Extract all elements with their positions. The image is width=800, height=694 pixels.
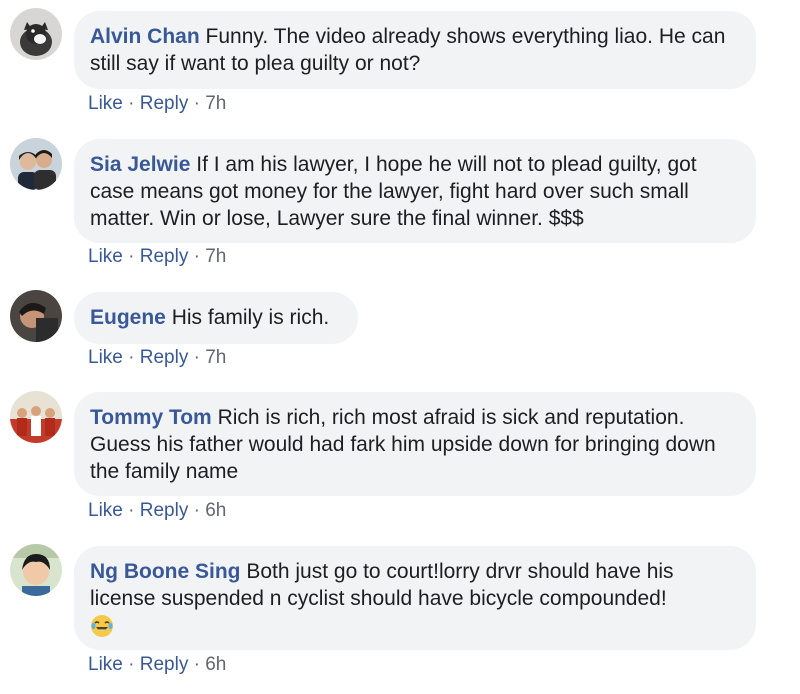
reply-button[interactable]: Reply [140,246,189,267]
reply-button[interactable]: Reply [140,93,189,114]
comment-bubble: Alvin Chan Funny. The video already show… [74,11,756,89]
separator: · [128,500,135,521]
laughing-crying-emoji-icon [91,615,113,638]
separator: · [128,246,135,267]
comment-text: His family is rich. [171,306,330,329]
comment-bubble: Ng Boone Sing Both just go to court!lorr… [74,546,756,650]
commenter-avatar[interactable] [10,138,62,190]
separator: · [128,347,135,368]
commenter-avatar[interactable] [10,544,62,596]
separator: · [193,347,200,368]
reply-button[interactable]: Reply [140,500,189,521]
comment-bubble: Tommy Tom Rich is rich, rich most afraid… [74,392,756,496]
group-avatar-icon [10,391,62,443]
separator: · [193,500,200,521]
comment-timestamp[interactable]: 6h [205,500,226,521]
comment-author[interactable]: Ng Boone Sing [90,560,241,583]
like-button[interactable]: Like [88,500,123,521]
reply-button[interactable]: Reply [140,347,189,368]
dog-avatar-icon [10,8,62,60]
like-button[interactable]: Like [88,347,123,368]
comment-bubble: Sia Jelwie If I am his lawyer, I hope he… [74,139,756,243]
commenter-avatar[interactable] [10,391,62,443]
comment-actions: Like · Reply · 7h [88,246,226,268]
like-button[interactable]: Like [88,246,123,267]
comment-timestamp[interactable]: 7h [205,246,226,267]
comment-author[interactable]: Alvin Chan [90,25,200,48]
comment-actions: Like · Reply · 7h [88,347,226,369]
comment-author[interactable]: Tommy Tom [90,406,212,429]
person-avatar-icon [10,290,62,342]
reply-button[interactable]: Reply [140,654,189,675]
like-button[interactable]: Like [88,93,123,114]
comment-timestamp[interactable]: 7h [205,93,226,114]
commenter-avatar[interactable] [10,8,62,60]
person-avatar-icon [10,544,62,596]
separator: · [193,93,200,114]
comment-bubble: Eugene His family is rich. [74,292,358,344]
separator: · [193,246,200,267]
comment-timestamp[interactable]: 6h [205,654,226,675]
like-button[interactable]: Like [88,654,123,675]
comment-actions: Like · Reply · 6h [88,500,226,522]
comment-author[interactable]: Eugene [90,306,166,329]
comment-actions: Like · Reply · 7h [88,93,226,115]
separator: · [128,93,135,114]
comment-actions: Like · Reply · 6h [88,654,226,676]
couple-avatar-icon [10,138,62,190]
separator: · [193,654,200,675]
commenter-avatar[interactable] [10,290,62,342]
comment-author[interactable]: Sia Jelwie [90,153,190,176]
separator: · [128,654,135,675]
comment-timestamp[interactable]: 7h [205,347,226,368]
